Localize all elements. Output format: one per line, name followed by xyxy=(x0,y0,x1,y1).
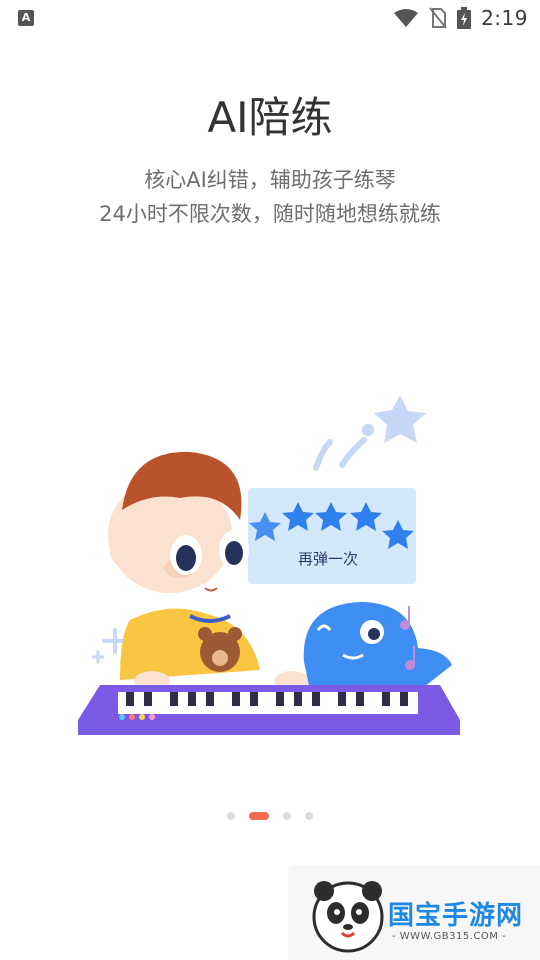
bubble-text: 再弹一次 xyxy=(298,551,358,568)
page-dot-1[interactable] xyxy=(227,812,235,820)
page-title: AI陪练 xyxy=(207,93,333,142)
whale-character xyxy=(303,602,452,690)
watermark-url: - WWW.GB315.COM - xyxy=(392,931,507,942)
status-icons: 2:19 xyxy=(393,0,528,36)
no-sim-icon xyxy=(429,7,447,29)
app-notification-icon: A xyxy=(18,10,34,26)
watermark: 国宝手游网 - WWW.GB315.COM - xyxy=(288,865,540,960)
page-dot-2-active[interactable] xyxy=(249,812,269,820)
panda-logo-icon xyxy=(312,881,384,953)
status-time: 2:19 xyxy=(481,6,528,30)
battery-charging-icon xyxy=(457,7,472,29)
status-bar: A 2:19 xyxy=(0,0,540,36)
onboarding-illustration: 再弹一次 xyxy=(78,395,460,735)
rating-panel: 再弹一次 xyxy=(248,488,416,584)
page-indicator[interactable] xyxy=(0,808,540,824)
watermark-name: 国宝手游网 xyxy=(388,901,524,931)
page-dot-3[interactable] xyxy=(283,812,291,820)
subtitle-line-2: 24小时不限次数，随时随地想练就练 xyxy=(99,202,441,226)
piano-keyboard xyxy=(78,685,460,735)
subtitle-line-1: 核心AI纠错，辅助孩子练琴 xyxy=(144,168,396,192)
wifi-icon xyxy=(394,9,419,27)
page-dot-4[interactable] xyxy=(305,812,313,820)
